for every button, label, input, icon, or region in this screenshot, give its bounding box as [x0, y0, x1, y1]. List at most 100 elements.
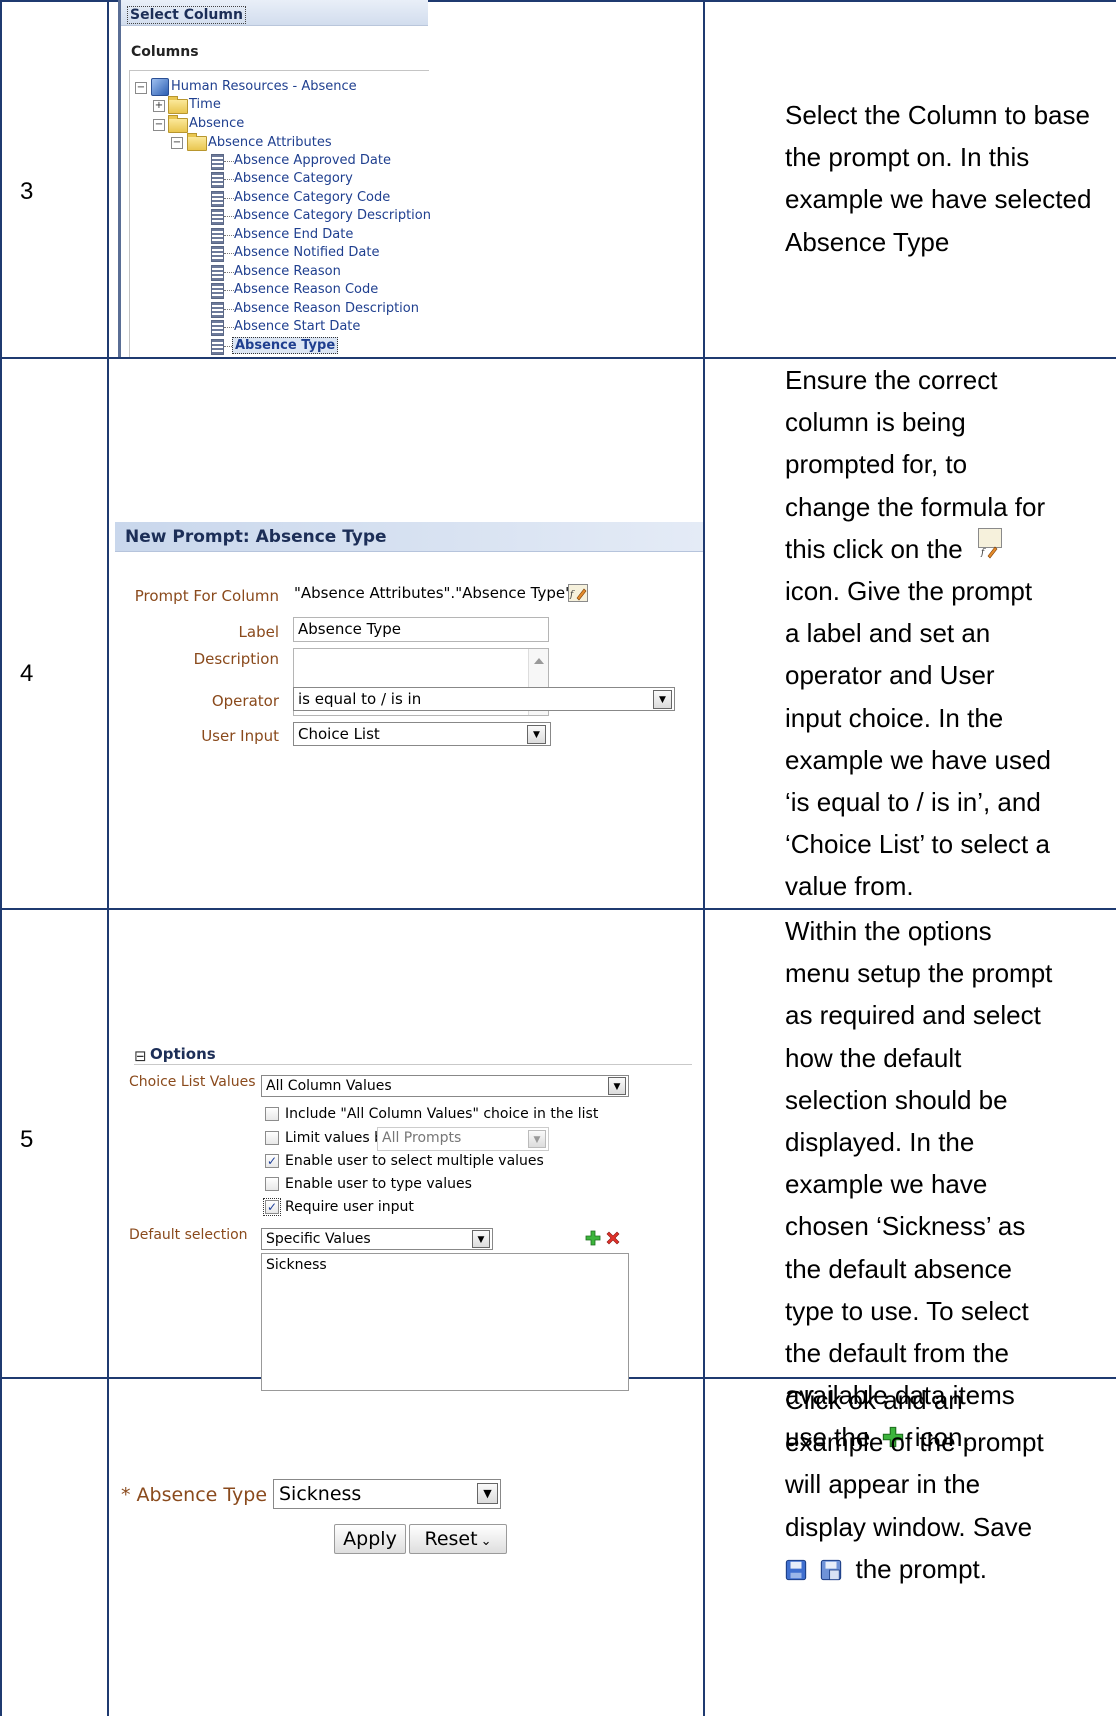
tree-connector	[224, 216, 234, 217]
collapse-icon[interactable]: −	[135, 82, 147, 94]
description-line: ‘Choice List’ to select a	[785, 829, 1050, 860]
tree-item-column[interactable]: Absence Notified Date	[234, 245, 379, 260]
description-line: Ensure the correct	[785, 365, 998, 395]
options-title: Options	[150, 1045, 216, 1063]
limit-values-label: Limit values by	[285, 1130, 392, 1146]
tree-connector	[224, 309, 234, 310]
tree-connector	[224, 272, 234, 273]
description-line: display window. Save	[785, 1511, 1033, 1542]
scroll-up-icon[interactable]	[534, 658, 544, 664]
limit-values-checkbox[interactable]	[265, 1131, 279, 1145]
prompt-title: New Prompt: Absence Type	[125, 527, 387, 547]
new-prompt-panel: New Prompt: Absence Type Prompt For Colu…	[109, 510, 703, 770]
collapse-icon[interactable]: −	[171, 137, 183, 149]
chevron-down-icon[interactable]: ▼	[528, 1130, 546, 1148]
green-plus-icon[interactable]	[585, 1230, 601, 1246]
description-line: displayed. In the	[785, 1127, 975, 1158]
folder-icon	[168, 96, 188, 114]
tree-item-column[interactable]: Absence Category	[234, 171, 353, 186]
include-all-label: Include "All Column Values" choice in th…	[285, 1106, 599, 1122]
svg-text:f: f	[980, 548, 986, 558]
table-col-divider-1	[107, 0, 109, 1716]
column-icon	[211, 302, 224, 318]
tree-connector	[224, 161, 234, 162]
operator-label: Operator	[211, 692, 279, 710]
description-line: ‘is equal to / is in’, and	[785, 787, 1041, 818]
tree-item-absence[interactable]: Absence	[189, 116, 244, 131]
step-number: 5	[20, 1126, 34, 1153]
description-line: the default from the	[785, 1338, 1010, 1369]
include-all-checkbox[interactable]	[265, 1107, 279, 1121]
preview-select[interactable]: Sickness	[273, 1479, 501, 1509]
default-value-item[interactable]: Sickness	[266, 1257, 327, 1273]
column-icon	[211, 154, 224, 170]
chevron-down-icon[interactable]: ▼	[472, 1230, 490, 1248]
default-values-list[interactable]: Sickness	[261, 1253, 629, 1391]
label-field-label: Label	[238, 623, 279, 641]
tree-connector	[224, 179, 234, 180]
require-input-checkbox[interactable]: ✓	[263, 1198, 281, 1216]
prompt-for-column-label: Prompt For Column	[134, 587, 279, 605]
tree-item-column[interactable]: Absence Reason Description	[234, 301, 419, 316]
chevron-down-icon[interactable]: ▼	[477, 1483, 498, 1504]
chevron-down-icon[interactable]: ▼	[653, 690, 672, 709]
description-line: example we have	[785, 1169, 988, 1200]
tree-item-column[interactable]: Absence Reason	[234, 264, 341, 279]
description-line: menu setup the prompt	[785, 958, 1053, 989]
expand-icon[interactable]: +	[153, 100, 165, 112]
description-line: change the formula for	[785, 491, 1046, 522]
operator-select[interactable]: is equal to / is in	[293, 687, 675, 711]
tree-item-column[interactable]: Absence Reason Code	[234, 282, 378, 297]
tree-item-absence-attributes[interactable]: Absence Attributes	[208, 135, 332, 150]
chevron-down-icon[interactable]: ▼	[608, 1077, 626, 1095]
tree-item-column[interactable]: Absence End Date	[234, 227, 353, 242]
user-input-select[interactable]: Choice List	[293, 722, 551, 746]
column-icon	[211, 339, 224, 355]
multiple-values-checkbox[interactable]: ✓	[265, 1154, 279, 1168]
description-line: the prompt.	[785, 1548, 1115, 1590]
step-number: 3	[20, 178, 34, 205]
preview-label: * Absence Type	[121, 1484, 268, 1506]
description-line: example we have used	[785, 744, 1051, 775]
red-x-icon[interactable]	[605, 1230, 621, 1246]
chevron-down-icon: ⌄	[480, 1534, 492, 1549]
edit-formula-icon[interactable]: f	[568, 584, 588, 602]
tree-item-column[interactable]: Absence Approved Date	[234, 153, 391, 168]
description-line: will appear in the	[785, 1469, 981, 1500]
description-line: as required and select	[785, 1000, 1041, 1031]
default-selection-label: Default selection	[129, 1227, 248, 1243]
require-input-label: Require user input	[285, 1199, 414, 1215]
default-selection-select[interactable]: Specific Values	[261, 1228, 493, 1250]
edit-formula-icon: f	[977, 527, 1002, 559]
subject-area-icon	[151, 78, 169, 96]
description-line: value from.	[785, 871, 914, 902]
description-line-text: the prompt.	[855, 1553, 987, 1584]
tree-item-column[interactable]: Absence Category Description	[234, 208, 431, 223]
tree-item-column[interactable]: Absence Category Code	[234, 190, 390, 205]
tree-item-column-selected[interactable]: Absence Type	[232, 337, 339, 354]
choice-list-values-select[interactable]: All Column Values	[261, 1075, 629, 1097]
chevron-down-icon[interactable]: ▼	[527, 725, 546, 744]
step-description: Select the Column to base the prompt on.…	[785, 100, 1092, 257]
column-icon	[211, 172, 224, 188]
tree-item-time[interactable]: Time	[189, 97, 221, 112]
apply-button[interactable]: Apply	[334, 1524, 406, 1554]
choice-list-values-label: Choice List Values	[129, 1074, 256, 1090]
step-description: Click ok and an example of the prompt wi…	[785, 1379, 1115, 1590]
select-column-panel: Select Column Columns − Human Resources …	[118, 0, 431, 357]
tree-connector	[224, 235, 234, 236]
collapse-icon[interactable]: −	[153, 119, 165, 131]
description-line-text: this click on the	[785, 533, 963, 564]
tree-item-subject-area[interactable]: Human Resources - Absence	[171, 79, 357, 94]
tree-item-column[interactable]: Absence Start Date	[234, 319, 360, 334]
label-input[interactable]: Absence Type	[293, 617, 549, 642]
limit-values-select[interactable]: All Prompts	[377, 1127, 549, 1151]
reset-button[interactable]: Reset ⌄	[409, 1524, 507, 1554]
panel-title: Select Column	[127, 6, 246, 24]
multiple-values-label: Enable user to select multiple values	[285, 1153, 544, 1169]
collapse-icon[interactable]: ⊟	[134, 1047, 147, 1065]
columns-title: Columns	[131, 44, 199, 60]
type-values-checkbox[interactable]	[265, 1177, 279, 1191]
description-field-label: Description	[193, 650, 279, 668]
table-col-divider-2	[703, 0, 705, 1716]
